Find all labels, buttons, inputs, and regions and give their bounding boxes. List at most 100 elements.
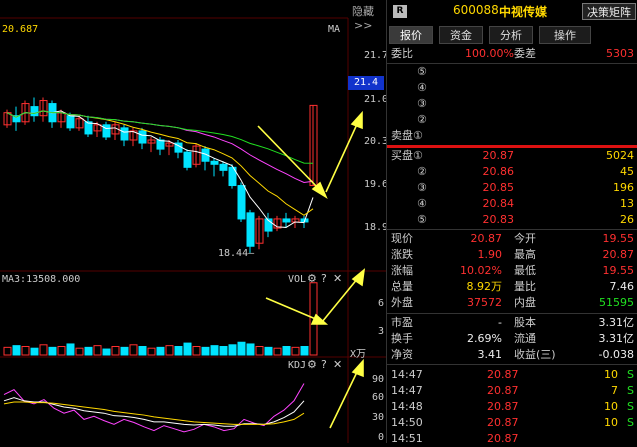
quote-row: 涨跌 1.90 最高 20.87 <box>387 247 637 263</box>
tick-volume: 10 <box>604 400 618 413</box>
quote-label: 涨幅 <box>391 264 413 277</box>
quote-label: 外盘 <box>391 296 413 309</box>
buy-level-volume: 5024 <box>606 149 634 162</box>
candle-body <box>138 130 147 144</box>
ma-tag: MA <box>328 24 341 35</box>
kdj-k-line <box>3 397 305 427</box>
fundamental-value: 3.31亿 <box>598 316 635 329</box>
volume-tag: VOL <box>288 274 307 285</box>
sell-level-label: ③ <box>417 97 427 110</box>
fundamental-label: 股本 <box>514 316 536 329</box>
sell-level-row: 卖盘① <box>387 128 637 144</box>
buy-level-price: 20.85 <box>482 181 515 194</box>
quote-value: 8.92万 <box>466 280 503 293</box>
tick-side: S <box>627 400 634 413</box>
tick-row: 14:47 20.87 10 S <box>387 367 637 383</box>
tick-row: 14:47 20.87 7 S <box>387 383 637 399</box>
gear-icon[interactable]: ⚙ <box>307 272 317 285</box>
volume-bar <box>156 346 165 356</box>
volume-bar <box>201 346 210 356</box>
kdj-tick: 60 <box>372 392 385 403</box>
volume-bar <box>174 346 183 356</box>
candle-body <box>120 127 129 141</box>
volume-bar <box>264 346 273 356</box>
order-diff-value: 5303 <box>606 47 634 60</box>
volume-bar <box>21 346 30 356</box>
sell-level-label: 卖盘① <box>391 129 423 142</box>
volume-bar <box>165 345 174 356</box>
volume-bar <box>57 346 66 356</box>
hide-label: 隐藏 <box>352 5 374 18</box>
kdj-d-line <box>3 401 305 425</box>
kdj-tag: KDJ <box>288 360 307 371</box>
tick-volume: 10 <box>604 416 618 429</box>
close-icon[interactable]: ✕ <box>333 272 342 285</box>
low-price-label: 18.44— <box>218 248 255 259</box>
fundamental-label: 收益(三) <box>514 348 556 361</box>
kline-chart-area[interactable]: 20.687 MA 隐藏>> 21.7 21.4 21.0 20.3 19.6 … <box>0 0 389 443</box>
quote-panel: R 600088 中视传媒 决策矩阵 报价 资金 分析 操作 委比 100.00… <box>386 0 637 445</box>
volume-ma-info: MA3:13508.000 <box>2 274 81 285</box>
help-icon[interactable]: ? <box>321 358 327 371</box>
sell-level-label: ② <box>417 113 427 126</box>
buy-level-row: 买盘① 20.87 5024 <box>387 148 637 164</box>
volume-bar <box>192 346 201 356</box>
tab-quote[interactable]: 报价 <box>389 26 433 44</box>
candle-body <box>282 218 291 223</box>
kdj-tick: 0 <box>378 432 385 443</box>
quote-tabs: 报价 资金 分析 操作 <box>387 26 637 44</box>
kdj-tick: 30 <box>372 412 385 423</box>
volume-bar <box>228 344 237 356</box>
quote-value: 51595 <box>599 296 634 309</box>
order-ratio-value: 100.00% <box>465 47 514 60</box>
buy-level-label: ③ <box>417 181 427 194</box>
buy-level-row: ② 20.86 45 <box>387 164 637 180</box>
volume-bar <box>111 346 120 356</box>
fundamental-label: 净资 <box>391 348 413 361</box>
buy-level-row: ④ 20.84 13 <box>387 196 637 212</box>
fundamental-row: 市盈 - 股本 3.31亿 <box>387 315 637 331</box>
quote-label: 最低 <box>514 264 536 277</box>
volume-bar <box>102 348 111 356</box>
fundamental-value: 3.41 <box>477 348 503 361</box>
volume-bars <box>3 282 318 356</box>
kdj-tick: 90 <box>372 374 385 385</box>
price-tick: 18.9 <box>364 222 389 233</box>
fundamental-value: - <box>498 316 502 329</box>
volume-bar <box>120 346 129 356</box>
kline-chart-svg[interactable] <box>0 0 386 443</box>
close-icon[interactable]: ✕ <box>333 358 342 371</box>
buy-level-price: 20.87 <box>482 149 515 162</box>
quote-value: 19.55 <box>602 264 635 277</box>
tab-operation[interactable]: 操作 <box>539 26 591 44</box>
tab-analysis[interactable]: 分析 <box>489 26 533 44</box>
volume-bar <box>84 346 93 356</box>
quote-value: 20.87 <box>602 248 635 261</box>
decision-matrix-button[interactable]: 决策矩阵 <box>582 3 636 20</box>
tick-side: S <box>627 384 634 397</box>
volume-bar <box>138 346 147 356</box>
ma-value-label: 20.687 <box>2 24 39 35</box>
volume-tick: 6 <box>378 298 385 309</box>
fundamental-row: 净资 3.41 收益(三) -0.038 <box>387 347 637 363</box>
volume-bar <box>39 344 48 356</box>
quote-label: 涨跌 <box>391 248 413 261</box>
volume-bar <box>237 341 246 356</box>
buy-level-price: 20.84 <box>482 197 515 210</box>
moving-average-lines <box>6 110 314 228</box>
candle-body <box>210 160 219 165</box>
volume-bar <box>30 347 39 356</box>
tab-funds[interactable]: 资金 <box>439 26 483 44</box>
candle-body <box>66 115 75 129</box>
sell-level-row: ③ <box>387 96 637 112</box>
gear-icon[interactable]: ⚙ <box>307 358 317 371</box>
volume-tick: 3 <box>378 326 385 337</box>
ma5-line <box>6 110 314 228</box>
ma10-line <box>6 110 314 216</box>
tick-price: 20.87 <box>487 432 519 445</box>
quote-header: R 600088 中视传媒 决策矩阵 <box>387 0 637 24</box>
hide-panel-button[interactable]: 隐藏>> <box>352 3 386 32</box>
price-tick: 21.7 <box>364 50 389 61</box>
quote-value: 1.90 <box>477 248 503 261</box>
help-icon[interactable]: ? <box>321 272 327 285</box>
